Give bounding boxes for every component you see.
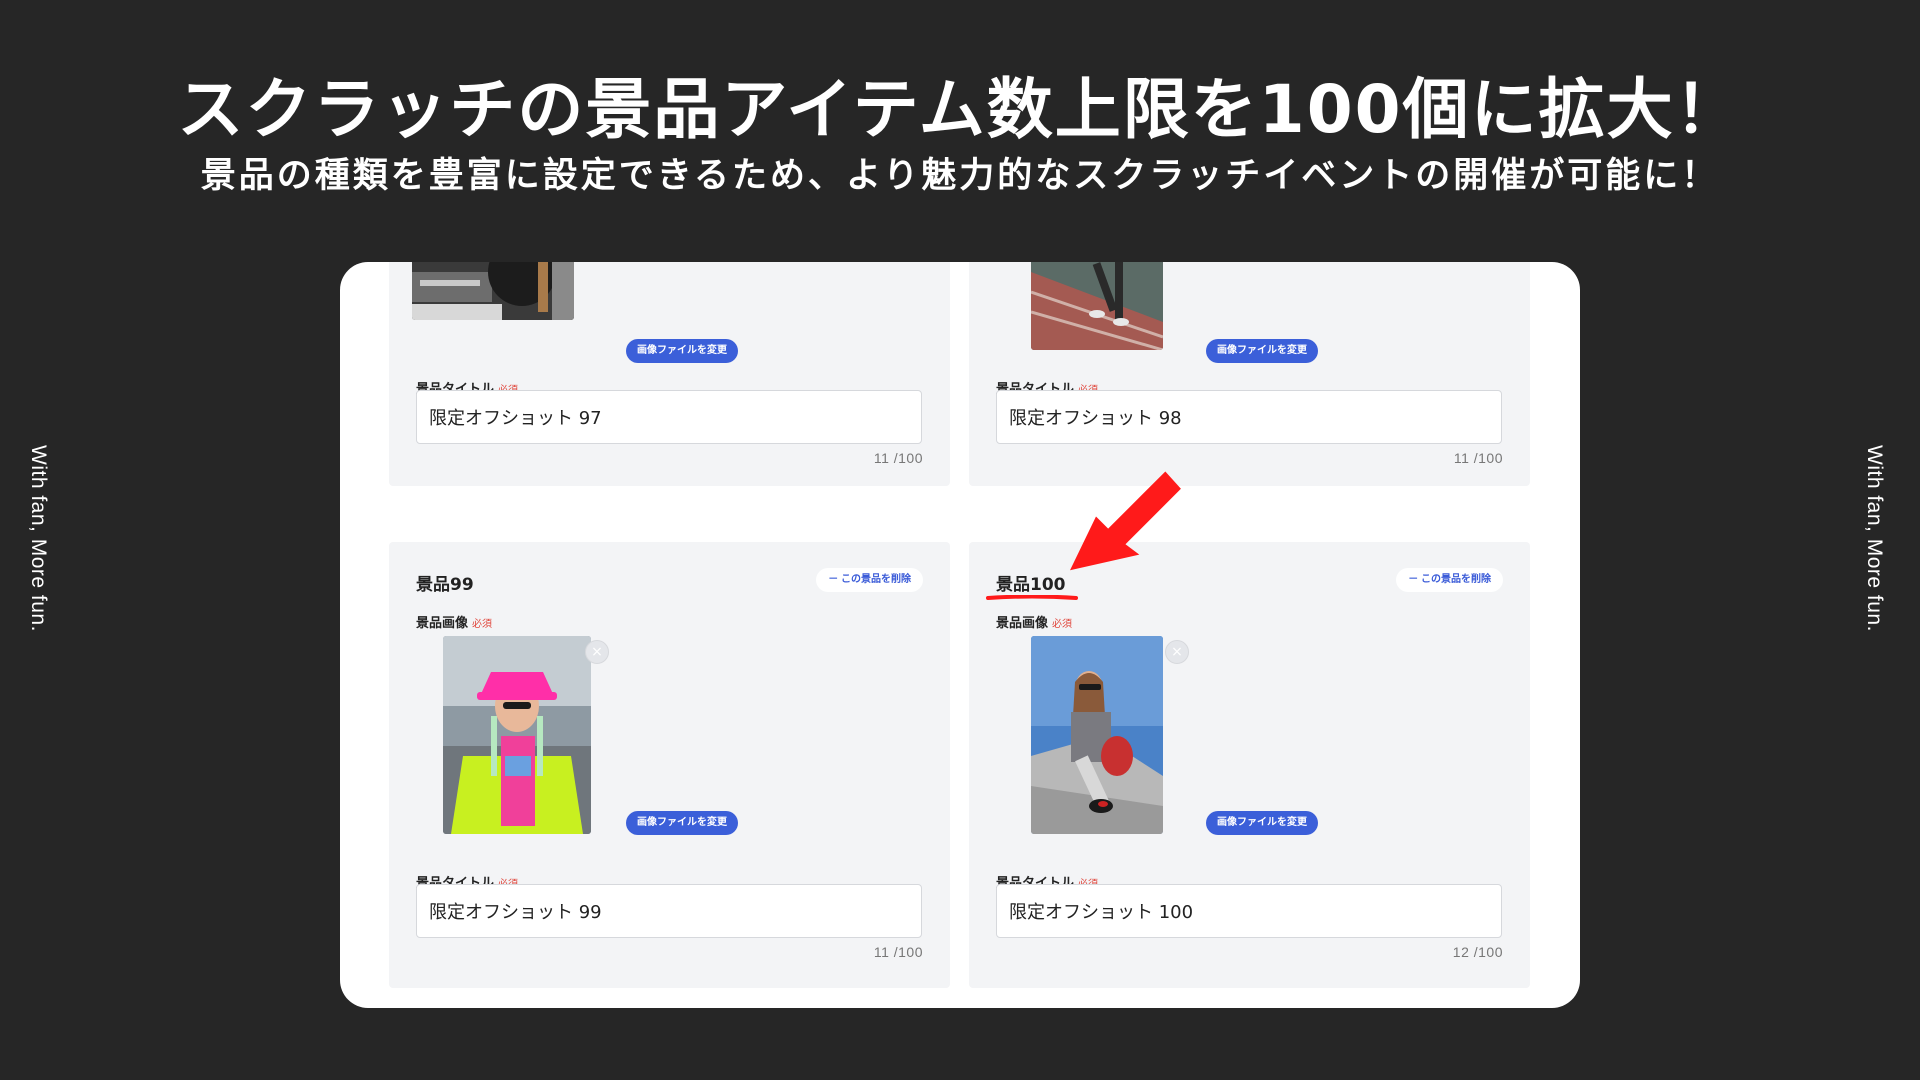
prize-photo-99: [443, 636, 591, 834]
prize-image-label-99: 景品画像 必須: [416, 612, 492, 631]
remove-image-icon-100[interactable]: ×: [1165, 640, 1189, 664]
prize-heading-99: 景品99: [416, 575, 474, 595]
remove-image-icon-99[interactable]: ×: [585, 640, 609, 664]
char-counter-97: 11 /100: [873, 450, 923, 466]
red-underline-annotation: [986, 595, 1078, 600]
required-badge: 必須: [1052, 619, 1073, 630]
prize-title-input-98[interactable]: [996, 390, 1502, 444]
red-arrow-annotation: [1070, 471, 1181, 571]
char-counter-100: 12 /100: [1452, 944, 1503, 960]
delete-prize-button-100[interactable]: － この景品を削除: [1396, 568, 1503, 592]
prize-image-label-100: 景品画像 必須: [996, 612, 1072, 631]
prize-photo-98: [1031, 262, 1163, 350]
prize-card-97: 画像ファイルを変更 景品タイトル必須 11 /100: [389, 262, 950, 486]
delete-prize-button-99[interactable]: － この景品を削除: [816, 568, 923, 592]
brand-tagline-left: With fan, More fun.: [27, 445, 50, 632]
change-image-button-100[interactable]: 画像ファイルを変更: [1206, 811, 1318, 835]
prize-heading-100: 景品100: [996, 575, 1066, 595]
prize-card-98: 画像ファイルを変更 景品タイトル必須 11 /100: [969, 262, 1530, 486]
change-image-button-99[interactable]: 画像ファイルを変更: [626, 811, 738, 835]
prize-card-100: 景品100 － この景品を削除 景品画像 必須 × 画像ファイルを変更 限定オフ…: [969, 542, 1530, 988]
required-badge: 必須: [472, 619, 493, 630]
char-counter-98: 11 /100: [1453, 450, 1503, 466]
headline: スクラッチの景品アイテム数上限を100個に拡大！: [177, 71, 1743, 148]
prize-title-input-100[interactable]: [996, 884, 1502, 938]
prize-title-input-99[interactable]: [416, 884, 922, 938]
char-counter-99: 11 /100: [873, 944, 923, 960]
brand-tagline-right: With fan, More fun.: [1863, 445, 1886, 632]
prize-settings-panel: 画像ファイルを変更 景品タイトル必須 11 /100 画像ファイルを変更 景品タ…: [340, 262, 1580, 1008]
prize-image-label-text: 景品画像: [416, 616, 469, 631]
subheadline: 景品の種類を豊富に設定できるため、より魅力的なスクラッチイベントの開催が可能に！: [200, 156, 1720, 196]
prize-photo-100: [1031, 636, 1163, 834]
change-image-button-98[interactable]: 画像ファイルを変更: [1206, 339, 1318, 363]
prize-card-99: 景品99 － この景品を削除 景品画像 必須 × 画像ファイルを変更 限定オフシ…: [389, 542, 950, 988]
prize-title-input-97[interactable]: [416, 390, 922, 444]
prize-image-label-text: 景品画像: [996, 616, 1049, 631]
prize-photo-97: [412, 262, 574, 320]
change-image-button-97[interactable]: 画像ファイルを変更: [626, 339, 738, 363]
